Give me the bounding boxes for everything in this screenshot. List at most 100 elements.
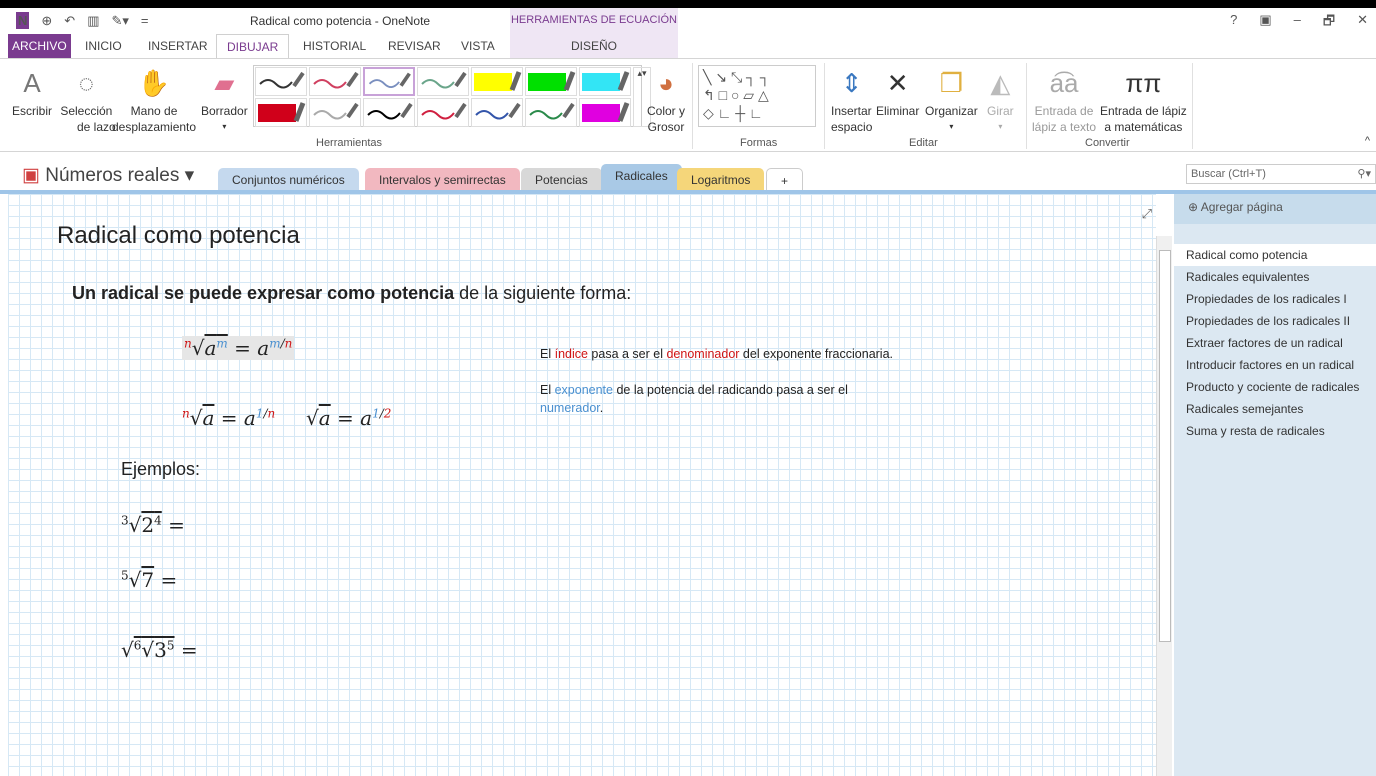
section-tab[interactable]: + [766,168,804,192]
divider [1026,63,1027,149]
notebook-selector[interactable]: ▣ Números reales ▾ [22,164,194,187]
pen-swatch[interactable] [525,98,577,127]
pen-swatch[interactable] [255,67,307,96]
pen-swatch[interactable] [471,98,523,127]
color-thickness-button[interactable]: ◕ Color y Grosor [647,63,685,135]
label: espacio [831,120,873,134]
delete-icon: ✕ [886,68,909,98]
scrollbar-thumb[interactable] [1159,250,1171,642]
pen-swatch[interactable] [255,98,307,127]
pen-icon [368,72,411,88]
pan-button[interactable]: ✋ Mano de desplazamiento [112,63,196,135]
page-scrollbar[interactable] [1156,236,1172,776]
close-icon[interactable]: ✕ [1357,12,1368,34]
onenote-logo-icon: N [16,12,30,29]
tab-historial[interactable]: HISTORIAL [293,34,376,58]
page-title[interactable]: Radical como potencia [57,222,300,250]
pen-swatch[interactable] [363,98,415,127]
write-button[interactable]: A Escribir [12,63,52,119]
tab-revisar[interactable]: REVISAR [378,34,451,58]
tab-archivo[interactable]: ARCHIVO [8,34,71,58]
eraser-button[interactable]: ▰ Borrador ▾ [201,63,248,135]
page-list-item[interactable]: Radicales semejantes [1174,398,1376,420]
delete-button[interactable]: ✕ Eliminar [876,63,919,119]
pen-icon [421,102,467,120]
tab-dibujar[interactable]: DIBUJAR [216,34,290,58]
pen-swatch[interactable] [363,67,415,96]
note-page[interactable]: ⤢ [8,194,1156,776]
t: índice [554,347,588,361]
page-list-item[interactable]: Introducir factores en un radical [1174,354,1376,376]
page-list-item[interactable]: Producto y cociente de radicales [1174,376,1376,398]
pen-swatch[interactable] [417,67,469,96]
ink-to-math-button[interactable]: ππ Entrada de lápiz a matemáticas [1100,63,1187,135]
back-icon[interactable]: ⊕ [41,13,52,29]
t: de la potencia del radicando pasa a ser … [612,383,848,397]
arrange-button[interactable]: ❐ Organizar ▾ [925,63,978,135]
pen-swatch[interactable] [471,67,523,96]
pen-swatch[interactable] [417,98,469,127]
pen-swatch[interactable] [309,67,361,96]
example-1[interactable]: 3√24 = [121,513,185,537]
label: Selección [60,104,113,118]
label: Entrada de lápiz [1100,104,1187,118]
rotate-button[interactable]: ◭ Girar ▾ [987,63,1014,135]
pen-swatch[interactable] [579,67,631,96]
formula-nth-root[interactable]: n√a = a1/n [182,406,275,430]
arrange-icon: ❐ [939,68,963,98]
pen-swatch[interactable] [309,98,361,127]
section-tab[interactable]: Conjuntos numéricos [218,168,359,192]
hand-icon: ✋ [137,68,171,98]
undo-icon[interactable]: ↶ [64,13,75,29]
intro-text[interactable]: Un radical se puede expresar como potenc… [72,283,631,304]
formula-main[interactable]: n√am = am/n [182,336,295,360]
page-list-item[interactable]: Extraer factores de un radical [1174,332,1376,354]
add-page-button[interactable]: ⊕ Agregar página [1174,194,1376,224]
examples-heading[interactable]: Ejemplos: [121,459,200,480]
expand-icon[interactable]: ⤢ [1142,206,1152,222]
note-index[interactable]: El índice pasa a ser el denominador del … [540,345,900,363]
tab-inicio[interactable]: INICIO [75,34,132,58]
restore-icon[interactable]: 🗗 [1323,12,1335,34]
lasso-button[interactable]: ◌ Selección de lazo [57,63,115,135]
page-list-item[interactable]: Radicales equivalentes [1174,266,1376,288]
group-label-convertir: Convertir [1085,137,1130,149]
formula-square-root[interactable]: √a = a1/2 [306,406,391,430]
minimize-icon[interactable]: – [1294,12,1301,34]
page-list-item[interactable]: Radical como potencia [1174,244,1376,266]
highlighter-icon [582,71,630,91]
customize-icon[interactable]: = [141,13,149,28]
pen-icon[interactable]: ✎▾ [112,13,129,29]
pen-swatch[interactable] [525,67,577,96]
ribbon-display-icon[interactable]: ▣ [1259,12,1271,34]
example-3[interactable]: √6√35 = [121,638,198,662]
help-icon[interactable]: ? [1230,12,1237,34]
page-list-item[interactable]: Propiedades de los radicales I [1174,288,1376,310]
dock-icon[interactable]: ▥ [87,13,99,29]
pen-swatch[interactable] [579,98,631,127]
divider [1192,63,1193,149]
tab-vista[interactable]: VISTA [451,34,505,58]
t: exponente [554,383,613,397]
page-list-pane: ⊕ Agregar página Radical como potencia Ra… [1174,194,1376,776]
collapse-ribbon-icon[interactable]: ^ [1365,135,1370,147]
group-label-editar: Editar [909,137,938,149]
page-list-item[interactable]: Propiedades de los radicales II [1174,310,1376,332]
page-list-item[interactable]: Suma y resta de radicales [1174,420,1376,442]
search-input[interactable]: Buscar (Ctrl+T) ⚲▾ [1186,164,1376,184]
tab-diseno[interactable]: DISEÑO [561,34,627,58]
shapes-gallery[interactable]: ╲ ↘ ⤡ ┐ ┐ ↰ □ ○ ▱ △ ◇ ∟ ┼ ∟ [698,65,816,127]
insert-space-button[interactable]: ⇕ Insertar espacio [831,63,872,135]
pen-icon [313,102,359,120]
section-tab[interactable]: Logaritmos [677,168,765,192]
example-2[interactable]: 5√7 = [121,568,177,592]
section-tab[interactable]: Intervalos y semirrectas [365,168,520,192]
insert-space-icon: ⇕ [840,68,863,98]
section-tab[interactable]: Radicales [601,164,682,192]
ink-to-text-button[interactable]: a͡a Entrada de lápiz a texto [1032,63,1096,135]
search-icon[interactable]: ⚲▾ [1357,165,1371,183]
tab-insertar[interactable]: INSERTAR [138,34,218,58]
write-icon: A [23,68,41,98]
section-tab[interactable]: Potencias [521,168,602,192]
note-exponent[interactable]: El exponente de la potencia del radicand… [540,381,900,417]
